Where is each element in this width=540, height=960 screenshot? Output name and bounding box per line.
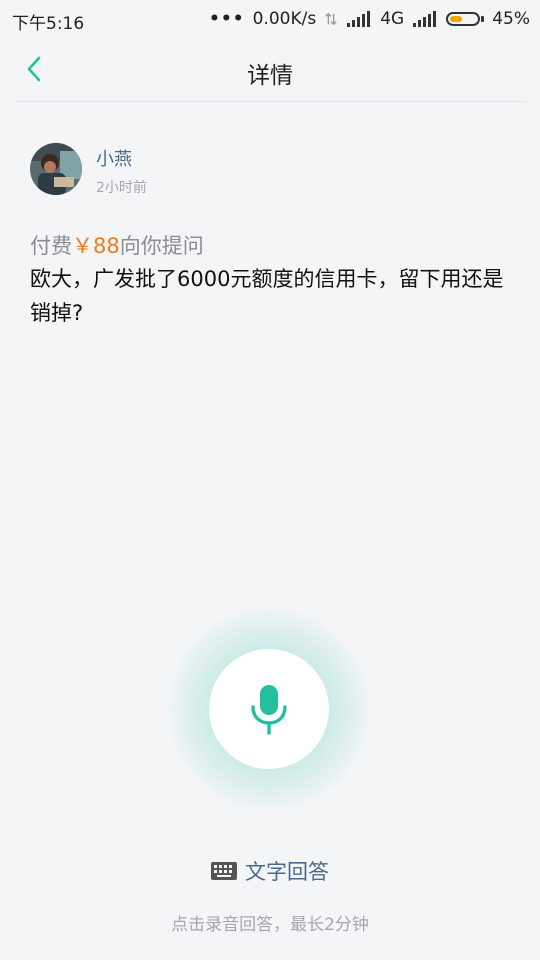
microphone-icon bbox=[251, 685, 287, 735]
user-name[interactable]: 小燕 bbox=[96, 145, 132, 171]
paid-question-line: 付费￥88向你提问 bbox=[30, 230, 204, 260]
avatar-image bbox=[30, 143, 82, 195]
data-arrows-icon bbox=[325, 12, 337, 26]
status-indicators: ••• 0.00K/s 4G 45% bbox=[209, 9, 530, 29]
paid-suffix: 向你提问 bbox=[119, 234, 204, 258]
avatar[interactable] bbox=[30, 143, 82, 195]
keyboard-icon bbox=[211, 862, 237, 880]
network-speed: 0.00K/s bbox=[252, 9, 317, 29]
network-type: 4G bbox=[380, 9, 405, 29]
price: ￥88 bbox=[72, 234, 120, 258]
record-button[interactable] bbox=[209, 649, 329, 769]
page-title: 详情 bbox=[247, 63, 293, 89]
battery-percent: 45% bbox=[492, 9, 530, 29]
battery-icon bbox=[446, 12, 485, 26]
header: 详情 bbox=[0, 38, 540, 102]
question-text: 欧大，广发批了6000元额度的信用卡，留下用还是销掉? bbox=[30, 267, 504, 325]
signal-icon bbox=[347, 11, 371, 27]
signal-icon-2 bbox=[413, 11, 437, 27]
record-hint: 点击录音回答，最长2分钟 bbox=[171, 915, 369, 935]
status-bar: 下午5:16 ••• 0.00K/s 4G 45% bbox=[0, 0, 540, 38]
more-dots-icon: ••• bbox=[209, 9, 245, 29]
status-time: 下午5:16 bbox=[12, 14, 85, 34]
paid-prefix: 付费 bbox=[30, 234, 72, 258]
text-answer-button[interactable]: 文字回答 bbox=[0, 856, 540, 886]
text-answer-label: 文字回答 bbox=[245, 860, 329, 884]
time-ago: 2小时前 bbox=[96, 180, 147, 196]
header-divider bbox=[14, 101, 526, 102]
